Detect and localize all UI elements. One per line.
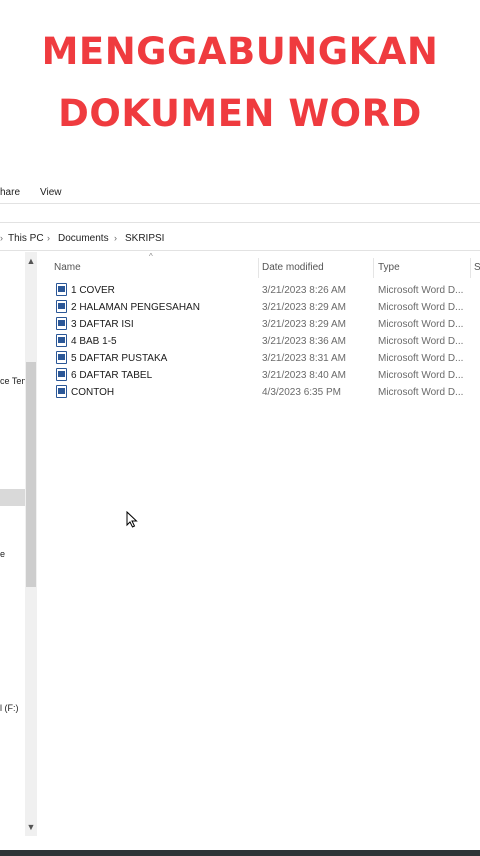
file-date-modified: 3/21/2023 8:31 AM [262,353,346,364]
file-row[interactable]: 4 BAB 1-5 3/21/2023 8:36 AM Microsoft Wo… [52,333,472,350]
breadcrumb-documents[interactable]: Documents [58,233,109,244]
headline-line-1: MENGGABUNGKAN [41,30,439,73]
file-row[interactable]: 5 DAFTAR PUSTAKA 3/21/2023 8:31 AM Micro… [52,350,472,367]
word-document-icon [56,334,67,347]
file-name: 4 BAB 1-5 [71,336,117,347]
ribbon-tab-view[interactable]: View [40,187,62,198]
word-document-icon [56,385,67,398]
breadcrumb-separator: › [114,233,117,243]
file-type: Microsoft Word D... [378,336,464,347]
taskbar-edge [0,850,480,856]
sort-ascending-icon: ^ [149,252,153,261]
headline-line-2: DOKUMEN WORD [58,92,422,135]
file-name: 2 HALAMAN PENGESAHAN [71,302,200,313]
file-type: Microsoft Word D... [378,353,464,364]
ribbon-bottom-divider [0,222,480,223]
breadcrumb-separator: › [47,233,50,243]
file-date-modified: 3/21/2023 8:40 AM [262,370,346,381]
nav-item-drive-f[interactable]: l (F:) [0,703,25,713]
ribbon-divider [0,203,480,204]
column-header-size[interactable]: S [474,262,480,273]
navigation-pane: ▲ ▼ ce Ten e l (F:) [0,252,38,836]
nav-item-partial-1[interactable]: ce Ten [0,376,25,386]
ribbon-tab-share[interactable]: hare [0,187,20,198]
file-date-modified: 3/21/2023 8:29 AM [262,302,346,313]
file-type: Microsoft Word D... [378,387,464,398]
file-name: 6 DAFTAR TABEL [71,370,153,381]
nav-scrollbar-thumb[interactable] [26,362,36,587]
file-row[interactable]: 2 HALAMAN PENGESAHAN 3/21/2023 8:29 AM M… [52,299,472,316]
address-bar-divider [0,250,480,251]
mouse-pointer-icon [126,511,138,528]
file-row[interactable]: 1 COVER 3/21/2023 8:26 AM Microsoft Word… [52,282,472,299]
word-document-icon [56,300,67,313]
scroll-up-arrow-icon[interactable]: ▲ [25,256,37,266]
column-header-name[interactable]: Name [54,262,81,273]
file-name: 1 COVER [71,285,115,296]
word-document-icon [56,351,67,364]
file-date-modified: 3/21/2023 8:36 AM [262,336,346,347]
file-type: Microsoft Word D... [378,302,464,313]
file-name: CONTOH [71,387,115,398]
column-divider[interactable] [373,258,374,278]
file-date-modified: 3/21/2023 8:26 AM [262,285,346,296]
breadcrumb-this-pc[interactable]: This PC [8,233,44,244]
nav-item-selected[interactable] [0,489,25,506]
column-header-type[interactable]: Type [378,262,400,273]
file-row[interactable]: CONTOH 4/3/2023 6:35 PM Microsoft Word D… [52,384,472,401]
scroll-down-arrow-icon[interactable]: ▼ [25,822,37,832]
file-name: 3 DAFTAR ISI [71,319,134,330]
nav-item-partial-2[interactable]: e [0,549,25,559]
breadcrumb-separator: › [0,233,3,243]
file-type: Microsoft Word D... [378,285,464,296]
file-type: Microsoft Word D... [378,319,464,330]
column-header-date-modified[interactable]: Date modified [262,262,324,273]
file-date-modified: 4/3/2023 6:35 PM [262,387,341,398]
column-divider[interactable] [258,258,259,278]
file-type: Microsoft Word D... [378,370,464,381]
file-date-modified: 3/21/2023 8:29 AM [262,319,346,330]
word-document-icon [56,317,67,330]
word-document-icon [56,368,67,381]
file-row[interactable]: 6 DAFTAR TABEL 3/21/2023 8:40 AM Microso… [52,367,472,384]
file-name: 5 DAFTAR PUSTAKA [71,353,168,364]
column-divider[interactable] [470,258,471,278]
file-row[interactable]: 3 DAFTAR ISI 3/21/2023 8:29 AM Microsoft… [52,316,472,333]
word-document-icon [56,283,67,296]
breadcrumb-skripsi[interactable]: SKRIPSI [125,233,164,244]
